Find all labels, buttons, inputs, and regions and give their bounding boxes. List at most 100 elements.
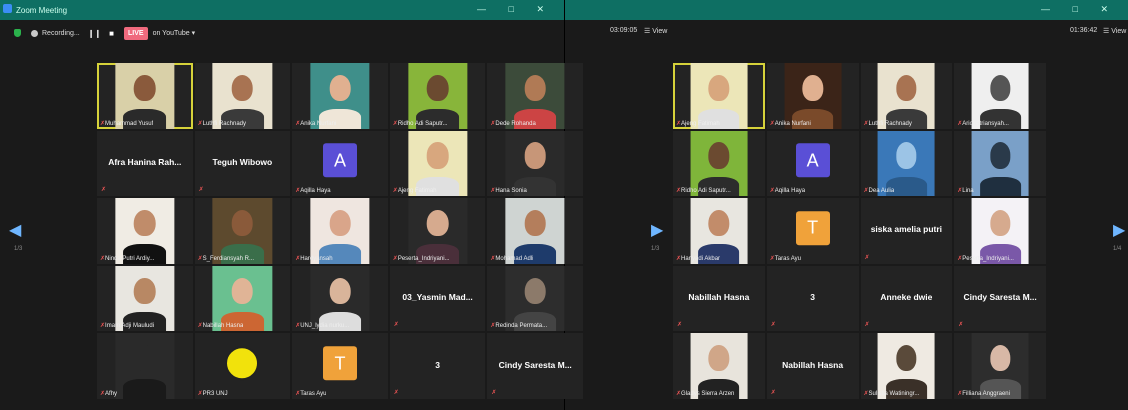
next-page-arrow-icon[interactable]: ▶ (1113, 220, 1125, 240)
participant-tile[interactable]: UNJ_lydia nurku... (292, 265, 388, 332)
live-badge[interactable]: LIVE (124, 26, 148, 40)
view-label: View (652, 28, 668, 35)
face-shape (802, 74, 823, 102)
participant-tile[interactable]: Mohamad Adli (487, 198, 583, 264)
participant-name-label: Luthfi Rachnady (864, 120, 912, 127)
participant-tile[interactable]: Teguh Wibowo ✗ (194, 130, 291, 197)
participant-tile[interactable]: Filliana Anggraeni (954, 333, 1046, 399)
participant-tile[interactable]: Dea Aulia (860, 130, 953, 197)
participant-tile[interactable]: 3 ✗ (766, 265, 859, 332)
participant-tile[interactable]: Nabillah Hasna (194, 265, 291, 332)
stop-recording-icon[interactable]: ■ (109, 29, 114, 38)
page-indicator: 1/4 (1113, 246, 1122, 252)
grid-view-icon: ☰ (644, 28, 653, 35)
face-shape (134, 345, 156, 372)
participant-tile[interactable]: A Aqilla Haya (292, 130, 388, 197)
face-shape (708, 345, 730, 372)
prev-page-arrow-icon[interactable]: ◀ (9, 220, 21, 240)
participant-tile[interactable]: T Taras Ayu (292, 333, 388, 399)
participant-tile[interactable]: Muhammad Yusuf (97, 63, 193, 129)
face-shape (989, 74, 1011, 102)
next-page-arrow-icon[interactable]: ▶ (651, 220, 663, 240)
recording-icon (31, 29, 38, 37)
participant-name-label: Dede Rohanda (490, 120, 535, 127)
muted-mic-icon: ✗ (198, 187, 204, 194)
face-shape (329, 277, 351, 304)
participant-name-label: Lina (957, 187, 973, 194)
face-shape (426, 142, 449, 169)
participant-name-label: Taras Ayu (770, 255, 801, 262)
window-controls-right[interactable]: — □ ✕ (1041, 4, 1118, 15)
participant-tile[interactable]: siska amelia putri ✗ (860, 198, 953, 264)
left-title-bar: Zoom Meeting — □ ✕ (0, 0, 564, 20)
participant-name-label: Sulistia Watiningr... (864, 390, 920, 397)
participant-display-name: Nabillah Hasna (688, 292, 750, 303)
participant-tile[interactable]: Ridho Adi Saputr... (389, 63, 486, 129)
participant-name-label: UNJ_lydia nurku... (295, 322, 349, 329)
window-controls[interactable]: — □ ✕ (477, 4, 554, 15)
face-shape (708, 142, 730, 169)
participant-tile[interactable]: Anika Nurfani (292, 63, 388, 129)
participant-name-label: Hana Sonia (490, 187, 526, 194)
left-meeting-timer: 03:09:05 (610, 27, 638, 34)
participant-name-label: Filliana Anggraeni (957, 390, 1010, 397)
participant-tile[interactable]: Luthfi Rachnady (194, 63, 291, 129)
participant-tile[interactable]: Redinda Permata... (487, 265, 583, 332)
avatar: A (322, 143, 357, 178)
participant-tile[interactable]: Cindy Saresta M... ✗ (487, 333, 583, 399)
face-shape (426, 209, 449, 237)
participant-tile[interactable]: Imam Adji Mauludi (97, 265, 193, 332)
face-shape (989, 209, 1011, 237)
participant-tile[interactable]: Anneke dwie ✗ (860, 265, 953, 332)
participant-display-name: Anneke dwie (880, 292, 933, 303)
participant-name-label: Anika Nurfani (770, 120, 811, 127)
face-shape (426, 74, 449, 102)
left-view-button[interactable]: ☰ View (644, 27, 667, 35)
participant-tile[interactable]: Peserta_Indriyani... (954, 198, 1046, 264)
face-shape (524, 209, 546, 237)
participant-tile[interactable]: Hana Sonia (487, 130, 583, 197)
participant-tile[interactable]: PR3 UNJ (194, 333, 291, 399)
pause-recording-icon[interactable]: ❙❙ (88, 29, 101, 38)
muted-mic-icon: ✗ (958, 322, 964, 329)
participant-tile[interactable]: Ninda Putri Ardiy... (97, 198, 193, 264)
muted-mic-icon: ✗ (491, 389, 497, 396)
grid-view-icon: ☰ (1103, 28, 1112, 35)
participant-name-label: Hariyadi Akbar (676, 255, 720, 262)
participant-tile[interactable]: T Taras Ayu (766, 198, 859, 264)
security-shield-icon[interactable] (14, 29, 21, 37)
muted-mic-icon: ✗ (864, 322, 870, 329)
participant-tile[interactable]: Hariyadi Akbar (673, 198, 765, 264)
participant-tile[interactable]: Gladys Sierra Arzen (673, 333, 765, 399)
participant-tile[interactable]: Sulistia Watiningr... (860, 333, 953, 399)
participant-tile[interactable]: Hardyansah (292, 198, 388, 264)
participant-tile[interactable]: Lina (954, 130, 1046, 197)
page-indicator: 1/3 (14, 246, 23, 252)
participant-tile[interactable]: Dede Rohanda (487, 63, 583, 129)
participant-tile[interactable]: Ridho Adi Saputr... (673, 130, 765, 197)
window-title: Zoom Meeting (16, 5, 68, 15)
participant-tile[interactable]: Ario Fitriansyah... (954, 63, 1046, 129)
participant-video (115, 333, 175, 399)
participant-tile[interactable]: Ajeng Fatimah (389, 130, 486, 197)
participant-tile[interactable]: S_Ferdiansyah R... (194, 198, 291, 264)
participant-tile[interactable]: Nabillah Hasna ✗ (673, 265, 765, 332)
body-shape (979, 176, 1021, 197)
participant-tile[interactable]: A Aqilla Haya (766, 130, 859, 197)
participant-tile[interactable]: Afhy (97, 333, 193, 399)
participant-name-label: Nabillah Hasna (198, 322, 244, 329)
participant-name-label: Mohamad Adli (490, 255, 533, 262)
face-shape (231, 209, 254, 237)
participant-tile[interactable]: Peserta_Indriyani... (389, 198, 486, 264)
right-view-button[interactable]: ☰ View (1103, 27, 1126, 35)
youtube-stream-dropdown[interactable]: on YouTube ▾ (153, 29, 196, 37)
participant-tile[interactable]: Nabillah Hasna ✗ (766, 333, 859, 399)
participant-tile[interactable]: Luthfi Rachnady (860, 63, 953, 129)
participant-tile[interactable]: 03_Yasmin Mad... ✗ (389, 265, 486, 332)
participant-tile[interactable]: 3 ✗ (389, 333, 486, 399)
face-shape (896, 142, 917, 169)
participant-tile[interactable]: Afra Hanina Rah... ✗ (97, 130, 193, 197)
participant-tile[interactable]: Ajeng Fatimah (673, 63, 765, 129)
participant-tile[interactable]: Anika Nurfani (766, 63, 859, 129)
participant-tile[interactable]: Cindy Saresta M... ✗ (954, 265, 1046, 332)
